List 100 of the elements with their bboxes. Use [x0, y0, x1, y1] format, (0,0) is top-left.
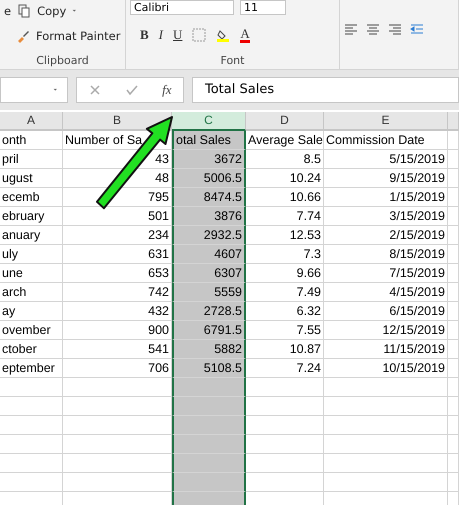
table-cell: 1/15/2019 — [324, 188, 448, 207]
table-cell — [448, 473, 459, 492]
table-cell: 2/15/2019 — [324, 226, 448, 245]
table-cell — [0, 416, 63, 435]
table-cell: 3672 — [172, 150, 246, 169]
table-cell: Commission Date — [324, 131, 448, 150]
column-header[interactable]: D — [246, 112, 324, 131]
italic-button[interactable]: I — [158, 26, 164, 42]
close-icon[interactable] — [88, 83, 102, 97]
format-painter-button[interactable]: Format Painter — [36, 29, 120, 43]
table-cell — [448, 302, 459, 321]
table-cell — [448, 226, 459, 245]
table-cell: 706 — [63, 359, 172, 378]
underline-button[interactable]: U — [173, 26, 182, 42]
table-cell: 234 — [63, 226, 172, 245]
table-cell — [448, 397, 459, 416]
table-cell: arch — [0, 283, 63, 302]
table-cell: 6791.5 — [172, 321, 246, 340]
table-cell: Average Sale — [246, 131, 324, 150]
font-size-field[interactable]: 11 — [240, 0, 286, 15]
table-cell: 12/15/2019 — [324, 321, 448, 340]
table-cell — [448, 378, 459, 397]
table-cell: 7.74 — [246, 207, 324, 226]
table-cell — [448, 150, 459, 169]
copy-icon[interactable] — [17, 4, 32, 18]
table-cell: ebruary — [0, 207, 63, 226]
table-cell: 2932.5 — [172, 226, 246, 245]
table-cell — [448, 245, 459, 264]
table-cell — [0, 473, 63, 492]
copy-button[interactable]: Copy — [37, 4, 66, 18]
group-title: Clipboard — [35, 54, 90, 67]
formula-field[interactable]: Total Sales — [192, 77, 459, 103]
table-cell: 10.66 — [246, 188, 324, 207]
table-cell: anuary — [0, 226, 63, 245]
column-header[interactable]: A — [0, 112, 63, 131]
table-cell: uly — [0, 245, 63, 264]
table-cell: une — [0, 264, 63, 283]
table-cell: ay — [0, 302, 63, 321]
table-cell — [448, 131, 459, 150]
table-cell: 501 — [63, 207, 172, 226]
table-cell: 3876 — [172, 207, 246, 226]
table-cell — [0, 454, 63, 473]
paintbrush-icon[interactable] — [16, 29, 30, 43]
table-cell: 10.24 — [246, 169, 324, 188]
insert-function-button[interactable]: fx — [162, 82, 172, 98]
table-cell: 10.87 — [246, 340, 324, 359]
align-icon[interactable] — [388, 22, 402, 36]
table-cell — [448, 264, 459, 283]
table-cell — [448, 207, 459, 226]
font-name-field[interactable]: Calibri — [130, 0, 234, 15]
table-cell: eptember — [0, 359, 63, 378]
table-cell: 900 — [63, 321, 172, 340]
table-cell: 6.32 — [246, 302, 324, 321]
table-cell: 8.5 — [246, 150, 324, 169]
column-header[interactable]: B — [63, 112, 172, 131]
table-cell: pril — [0, 150, 63, 169]
table-cell: 8474.5 — [172, 188, 246, 207]
table-cell: 6/15/2019 — [324, 302, 448, 321]
indent-icon[interactable] — [410, 22, 424, 36]
table-cell — [448, 283, 459, 302]
fill-color-icon[interactable] — [216, 28, 230, 42]
bold-button[interactable]: B — [140, 26, 149, 42]
table-cell: 6307 — [172, 264, 246, 283]
table-cell — [448, 359, 459, 378]
table-cell — [448, 188, 459, 207]
align-icon[interactable] — [366, 22, 380, 36]
table-cell: ugust — [0, 169, 63, 188]
table-cell: 12.53 — [246, 226, 324, 245]
table-cell: 631 — [63, 245, 172, 264]
table-cell: 8/15/2019 — [324, 245, 448, 264]
table-cell: ovember — [0, 321, 63, 340]
table-cell: 7.49 — [246, 283, 324, 302]
align-icon[interactable] — [344, 22, 358, 36]
borders-icon[interactable] — [192, 28, 206, 42]
table-cell: 5559 — [172, 283, 246, 302]
table-cell — [0, 435, 63, 454]
table-cell: 11/15/2019 — [324, 340, 448, 359]
table-cell: 3/15/2019 — [324, 207, 448, 226]
table-cell — [448, 454, 459, 473]
table-cell — [0, 397, 63, 416]
font-color-button[interactable]: A — [240, 26, 250, 42]
table-cell: 5/15/2019 — [324, 150, 448, 169]
column-header[interactable]: E — [324, 112, 448, 131]
table-cell: 2728.5 — [172, 302, 246, 321]
table-cell — [448, 169, 459, 188]
table-cell: 9.66 — [246, 264, 324, 283]
table-cell: 541 — [63, 340, 172, 359]
table-cell: ecemb — [0, 188, 63, 207]
table-cell — [448, 416, 459, 435]
group-title: Font — [220, 54, 246, 67]
checkmark-icon[interactable] — [125, 83, 140, 97]
column-header[interactable]: C — [172, 112, 246, 131]
table-cell: ctober — [0, 340, 63, 359]
table-cell: 7.55 — [246, 321, 324, 340]
table-cell: 10/15/2019 — [324, 359, 448, 378]
table-cell: 4607 — [172, 245, 246, 264]
table-cell — [448, 321, 459, 340]
table-cell: 7.24 — [246, 359, 324, 378]
table-cell: 432 — [63, 302, 172, 321]
paste-label[interactable]: e — [4, 4, 12, 18]
